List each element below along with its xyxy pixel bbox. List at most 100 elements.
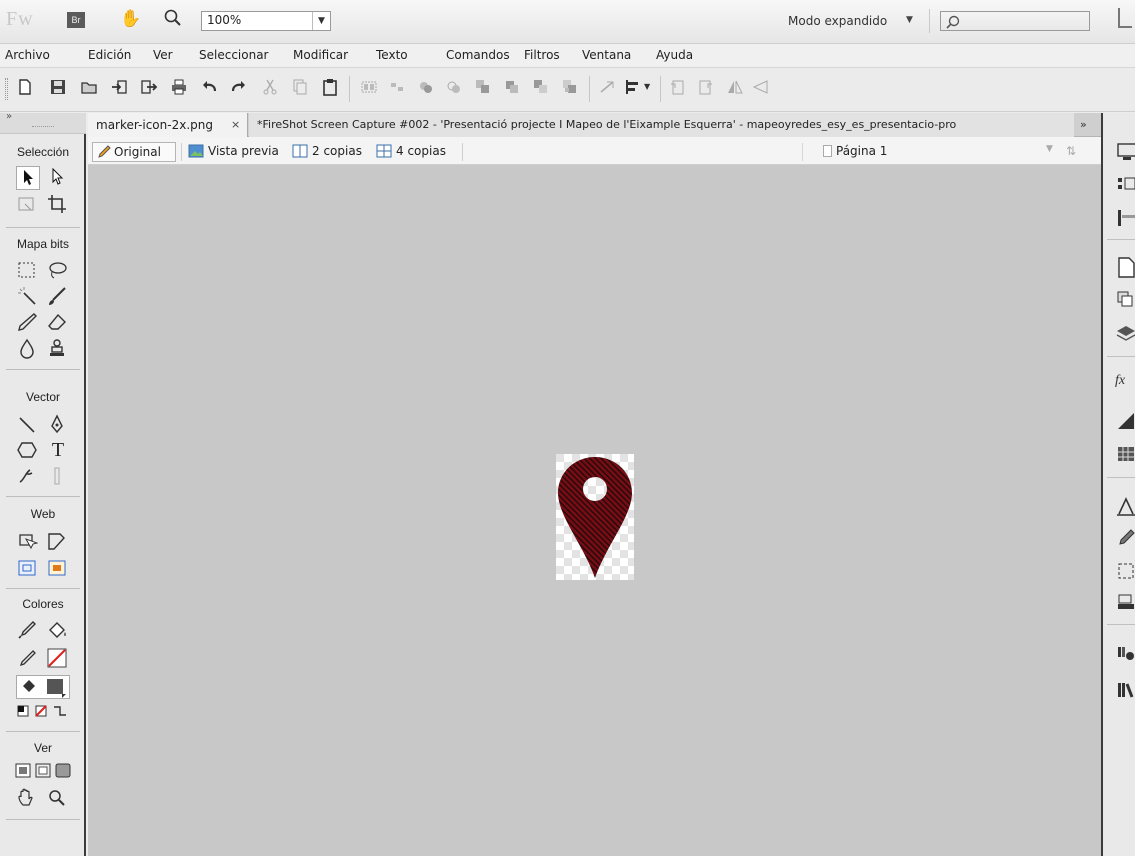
fill-color-selector[interactable] [16,675,70,699]
stroke-color-icon[interactable] [16,647,40,671]
ungroup-icon[interactable] [388,78,406,96]
symbols-panel-icon[interactable] [1115,592,1135,614]
screen-mode-icons[interactable] [14,761,76,781]
styles-panel-icon[interactable]: fx [1115,373,1135,395]
view-2up-button[interactable]: 2 copias [292,142,372,162]
undo-icon[interactable] [200,78,218,96]
zoom-tool-icon[interactable] [163,8,183,31]
pointer-tool-icon[interactable] [16,166,40,190]
text-tool-icon[interactable]: T [46,439,70,463]
tools-panel-header[interactable]: » [0,111,86,134]
flip-vertical-icon[interactable] [751,78,769,96]
group-icon[interactable] [360,78,378,96]
chevron-down-icon[interactable]: ▼ [312,12,330,30]
document-canvas[interactable] [88,165,1101,856]
shapes-panel-icon[interactable] [1115,410,1135,432]
line-tool-icon[interactable] [16,414,40,438]
redo-icon[interactable] [230,78,248,96]
search-input[interactable] [940,11,1090,31]
image-editing-panel-icon[interactable] [1115,560,1135,582]
flip-horizontal-icon[interactable] [726,78,744,96]
collapse-icon[interactable]: » [6,111,12,122]
cut-icon[interactable] [261,78,279,96]
show-slices-icon[interactable] [46,557,70,581]
hide-slices-icon[interactable] [16,557,40,581]
menu-modificar[interactable]: Modificar [293,48,348,62]
workspace-mode-button[interactable]: Modo expandido [788,14,887,28]
toolbar-grip[interactable] [5,78,8,100]
rotate-right-icon[interactable] [697,78,715,96]
print-icon[interactable] [170,78,188,96]
save-icon[interactable] [49,78,67,96]
swatches-panel-icon[interactable] [1115,443,1135,465]
layers-stack-icon[interactable] [1115,289,1135,311]
export-icon[interactable] [140,78,158,96]
close-icon[interactable]: × [231,118,240,131]
view-original-button[interactable]: Original [92,142,176,162]
bridge-button[interactable]: Br [67,12,85,28]
menu-edicion[interactable]: Edición [88,48,131,62]
shape-tool-icon[interactable] [16,439,40,463]
chevron-down-icon[interactable]: ▼ [906,15,913,25]
send-back-icon[interactable] [561,78,579,96]
eyedropper-tool-icon[interactable] [16,619,40,643]
page-navigation-icon[interactable]: ⇅ [1066,144,1076,158]
panel-corner-icon[interactable] [1118,8,1132,28]
rotate-left-icon[interactable] [668,78,686,96]
import-icon[interactable] [110,78,128,96]
menu-seleccionar[interactable]: Seleccionar [199,48,268,62]
menu-archivo[interactable]: Archivo [5,48,50,62]
tab-marker-icon[interactable]: marker-icon-2x.png × [88,113,248,137]
blur-tool-icon[interactable] [16,337,40,361]
common-library-icon[interactable] [1115,643,1135,665]
join-icon[interactable] [417,78,435,96]
distribute-icon[interactable] [598,78,616,96]
align-panel-icon[interactable] [1115,496,1135,518]
slice-tool-icon[interactable] [46,530,70,554]
color-defaults-icon[interactable] [16,703,76,719]
lasso-tool-icon[interactable] [46,259,70,283]
hand-tool-icon[interactable]: ✋ [120,9,141,29]
pen-tool-icon[interactable] [46,414,70,438]
bring-forward-icon[interactable] [503,78,521,96]
new-file-icon[interactable] [16,78,34,96]
stroke-color-swatch[interactable] [46,647,70,671]
zoom-tool-icon[interactable] [46,787,70,811]
hotspot-tool-icon[interactable] [16,530,40,554]
zoom-level-select[interactable]: 100% ▼ [201,11,331,31]
paste-icon[interactable] [321,78,339,96]
eraser-tool-icon[interactable] [46,311,70,335]
split-icon[interactable] [445,78,463,96]
subselection-tool-icon[interactable] [46,166,70,190]
menu-comandos[interactable]: Comandos [446,48,510,62]
open-folder-icon[interactable] [80,78,98,96]
knife-tool-icon[interactable] [46,465,70,489]
scale-tool-icon[interactable] [16,193,40,217]
page-selector[interactable]: Página 1 [836,144,887,158]
panel-grip[interactable] [32,126,54,127]
crop-tool-icon[interactable] [46,193,70,217]
states-panel-icon[interactable] [1115,207,1135,229]
menu-ventana[interactable]: Ventana [582,48,631,62]
hand-tool-icon[interactable] [16,787,40,811]
bring-front-icon[interactable] [474,78,492,96]
menu-filtros[interactable]: Filtros [524,48,560,62]
pages-panel-icon[interactable] [1115,175,1135,197]
rubber-stamp-tool-icon[interactable] [46,337,70,361]
document-panel-icon[interactable] [1115,256,1135,278]
tab-fireshot-capture[interactable]: *FireShot Screen Capture #002 - 'Present… [249,113,1074,137]
menu-ayuda[interactable]: Ayuda [656,48,693,62]
library-panel-icon[interactable] [1115,679,1135,701]
send-backward-icon[interactable] [532,78,550,96]
view-4up-button[interactable]: 4 copias [376,142,456,162]
menu-ver[interactable]: Ver [153,48,173,62]
map-marker-image[interactable] [556,454,634,580]
pencil-tool-icon[interactable] [16,311,40,335]
tab-overflow-button[interactable]: » [1080,118,1087,131]
align-left-icon[interactable] [624,78,642,96]
history-panel-icon[interactable] [1115,527,1135,549]
freeform-tool-icon[interactable] [16,465,40,489]
view-preview-button[interactable]: Vista previa [188,142,282,162]
layers-panel-icon[interactable] [1115,323,1135,345]
chevron-down-icon[interactable]: ▼ [1046,144,1053,154]
